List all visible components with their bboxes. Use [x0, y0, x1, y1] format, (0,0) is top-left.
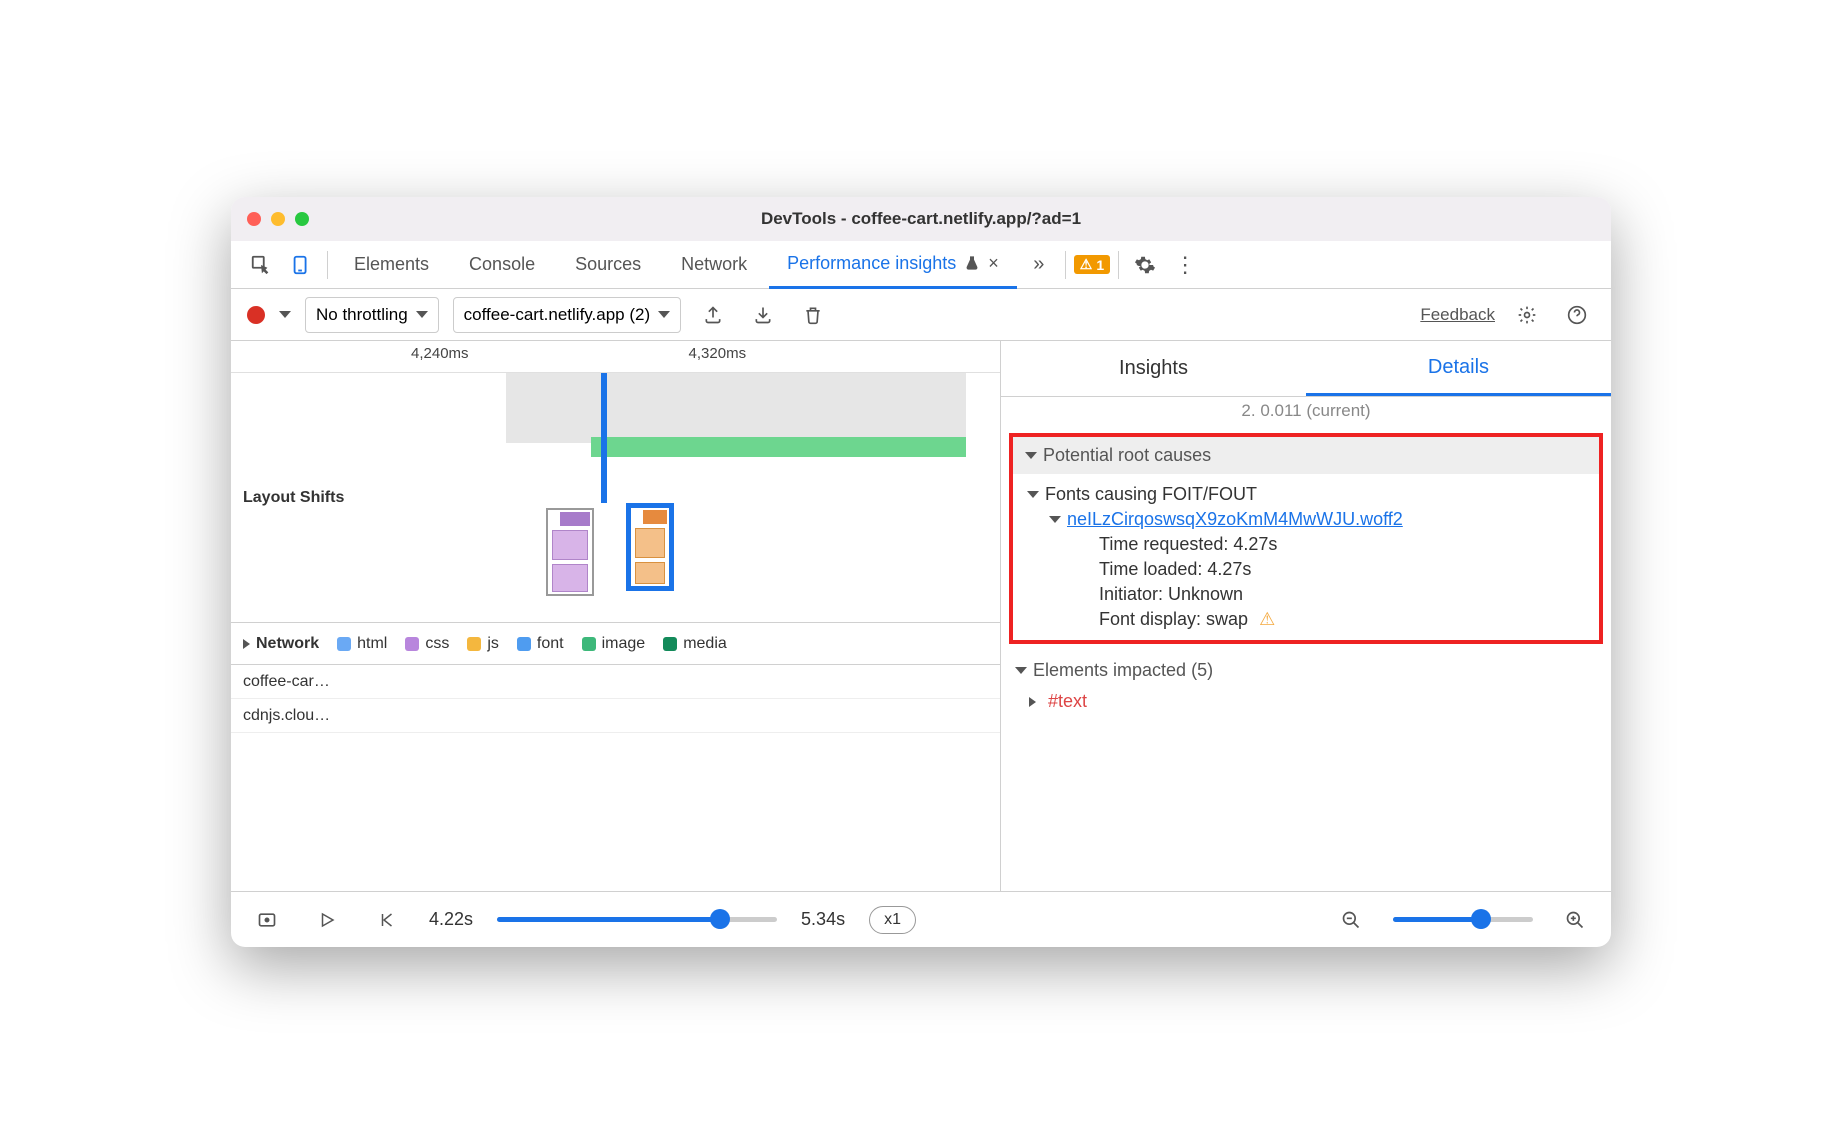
tab-elements[interactable]: Elements — [336, 241, 447, 289]
tab-sources[interactable]: Sources — [557, 241, 659, 289]
main-tabs-row: Elements Console Sources Network Perform… — [231, 241, 1611, 289]
network-row[interactable]: cdnjs.clou… — [231, 699, 1000, 733]
font-display-row: Font display: swap ⚠ — [1027, 607, 1585, 632]
chevron-down-icon — [658, 311, 670, 318]
network-row[interactable]: coffee-car… — [231, 665, 1000, 699]
chevron-down-icon — [416, 311, 428, 318]
legend-media: media — [663, 635, 727, 653]
flask-icon — [964, 255, 980, 271]
chevron-right-icon — [1029, 697, 1036, 707]
more-tabs-icon[interactable]: » — [1021, 247, 1057, 283]
root-causes-header[interactable]: Potential root causes — [1013, 437, 1599, 474]
legend-image: image — [582, 635, 646, 653]
legend-font: font — [517, 635, 564, 653]
record-button[interactable] — [247, 306, 265, 324]
layout-shifts-track: Layout Shifts — [231, 373, 1000, 623]
initiator-row: Initiator: Unknown — [1027, 582, 1585, 607]
chevron-down-icon — [1027, 491, 1039, 498]
divider — [1065, 251, 1066, 279]
warning-icon: ⚠ — [1080, 256, 1093, 273]
network-track-toggle[interactable]: Network — [243, 635, 319, 653]
warning-icon: ⚠ — [1254, 609, 1275, 630]
close-tab-icon[interactable]: × — [988, 253, 999, 274]
timeline-block — [506, 373, 966, 443]
timeline-panel: 4,240ms 4,320ms Layout Shifts — [231, 341, 1001, 891]
record-dropdown-icon[interactable] — [279, 311, 291, 318]
toolbar: No throttling coffee-cart.netlify.app (2… — [231, 289, 1611, 341]
legend-html: html — [337, 635, 387, 653]
play-icon[interactable] — [309, 902, 345, 938]
feedback-link[interactable]: Feedback — [1420, 305, 1495, 325]
tab-performance-insights[interactable]: Performance insights × — [769, 241, 1017, 289]
tab-insights[interactable]: Insights — [1001, 341, 1306, 396]
divider — [1118, 251, 1119, 279]
main-area: 4,240ms 4,320ms Layout Shifts — [231, 341, 1611, 891]
details-content: 2. 0.011 (current) Potential root causes… — [1001, 397, 1611, 891]
titlebar: DevTools - coffee-cart.netlify.app/?ad=1 — [231, 197, 1611, 241]
delete-icon[interactable] — [795, 297, 831, 333]
sidebar-tabs: Insights Details — [1001, 341, 1611, 397]
window-title: DevTools - coffee-cart.netlify.app/?ad=1 — [231, 209, 1611, 229]
layout-shift-thumbnail-selected[interactable] — [626, 503, 674, 591]
root-causes-highlight: Potential root causes Fonts causing FOIT… — [1009, 433, 1603, 644]
playback-footer: 4.22s 5.34s x1 — [231, 891, 1611, 947]
chevron-down-icon — [1049, 516, 1061, 523]
impacted-element-row[interactable]: #text — [1001, 689, 1611, 714]
import-icon[interactable] — [745, 297, 781, 333]
playback-end-time: 5.34s — [801, 909, 845, 930]
more-menu-icon[interactable]: ⋮ — [1167, 247, 1203, 283]
speed-select[interactable]: x1 — [869, 906, 916, 934]
time-loaded-row: Time loaded: 4.27s — [1027, 557, 1585, 582]
minimize-window-button[interactable] — [271, 212, 285, 226]
tab-details[interactable]: Details — [1306, 341, 1611, 396]
time-marker[interactable] — [601, 373, 607, 503]
playback-start-time: 4.22s — [429, 909, 473, 930]
details-panel: Insights Details 2. 0.011 (current) Pote… — [1001, 341, 1611, 891]
playback-slider[interactable] — [497, 917, 777, 922]
legend-css: css — [405, 635, 449, 653]
legend-js: js — [467, 635, 499, 653]
maximize-window-button[interactable] — [295, 212, 309, 226]
time-ruler: 4,240ms 4,320ms — [231, 341, 1000, 373]
export-icon[interactable] — [695, 297, 731, 333]
settings-icon[interactable] — [1127, 247, 1163, 283]
ruler-tick: 4,240ms — [411, 345, 469, 362]
timeline-block — [591, 437, 966, 457]
time-requested-row: Time requested: 4.27s — [1027, 532, 1585, 557]
zoom-out-icon[interactable] — [1333, 902, 1369, 938]
chevron-right-icon — [243, 639, 250, 649]
issues-badge[interactable]: ⚠ 1 — [1074, 255, 1110, 274]
fonts-foit-fout-row[interactable]: Fonts causing FOIT/FOUT — [1027, 482, 1585, 507]
zoom-slider[interactable] — [1393, 917, 1533, 922]
tab-console[interactable]: Console — [451, 241, 553, 289]
skip-back-icon[interactable] — [369, 902, 405, 938]
chevron-down-icon — [1025, 452, 1037, 459]
current-cls-line: 2. 0.011 (current) — [1001, 397, 1611, 425]
device-toggle-icon[interactable] — [283, 247, 319, 283]
font-file-row[interactable]: neILzCirqoswsqX9zoKmM4MwWJU.woff2 — [1027, 507, 1585, 532]
throttling-select[interactable]: No throttling — [305, 297, 439, 333]
ruler-tick: 4,320ms — [689, 345, 747, 362]
font-file-link[interactable]: neILzCirqoswsqX9zoKmM4MwWJU.woff2 — [1067, 509, 1403, 530]
layout-shift-thumbnail[interactable] — [546, 508, 594, 596]
traffic-lights — [247, 212, 309, 226]
track-body[interactable] — [351, 373, 1000, 622]
inspect-element-icon[interactable] — [243, 247, 279, 283]
elements-impacted-header[interactable]: Elements impacted (5) — [1001, 652, 1611, 689]
tab-network[interactable]: Network — [663, 241, 765, 289]
track-label-layout-shifts: Layout Shifts — [231, 373, 351, 622]
panel-settings-icon[interactable] — [1509, 297, 1545, 333]
devtools-window: DevTools - coffee-cart.netlify.app/?ad=1… — [231, 197, 1611, 947]
close-window-button[interactable] — [247, 212, 261, 226]
root-causes-tree: Fonts causing FOIT/FOUT neILzCirqoswsqX9… — [1013, 474, 1599, 640]
help-icon[interactable] — [1559, 297, 1595, 333]
network-rows: coffee-car… cdnjs.clou… — [231, 665, 1000, 891]
page-select[interactable]: coffee-cart.netlify.app (2) — [453, 297, 681, 333]
chevron-down-icon — [1015, 667, 1027, 674]
zoom-in-icon[interactable] — [1557, 902, 1593, 938]
preview-toggle-icon[interactable] — [249, 902, 285, 938]
network-legend: Network html css js font image media — [231, 623, 1000, 665]
divider — [327, 251, 328, 279]
